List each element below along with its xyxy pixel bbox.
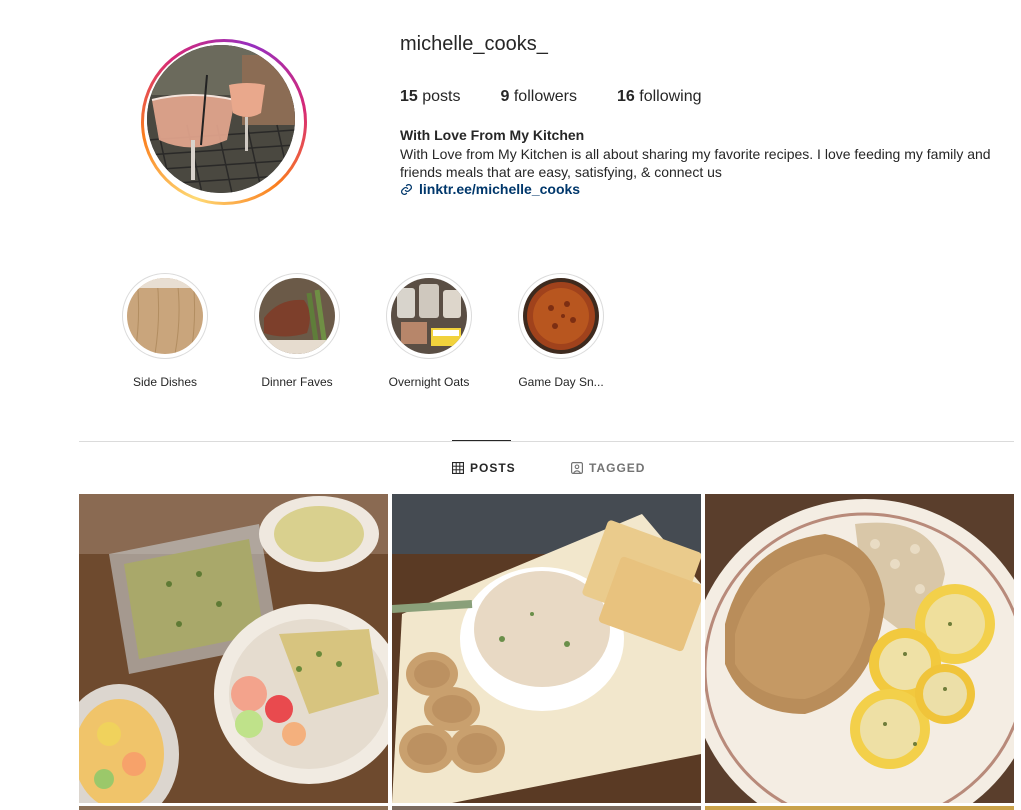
stat-following[interactable]: 16 following (617, 88, 702, 106)
highlight-label: Side Dishes (132, 375, 198, 389)
highlight-cover (259, 278, 335, 354)
grid-icon (452, 462, 464, 474)
highlight-ring (122, 273, 208, 359)
highlight-label: Game Day Sn... (518, 375, 604, 389)
followers-label: followers (513, 88, 577, 105)
highlight-label: Overnight Oats (388, 375, 470, 389)
avatar-image-wine-glasses (147, 45, 295, 193)
followers-count: 9 (500, 88, 510, 105)
tabs-divider (79, 441, 1014, 442)
tab-tagged-label: TAGGED (589, 461, 646, 475)
stat-followers[interactable]: 9 followers (501, 88, 578, 106)
highlight-side-dishes[interactable]: Side Dishes (105, 273, 225, 389)
post-image-casserole (79, 494, 388, 803)
tag-portrait-icon (571, 462, 583, 474)
bio-link[interactable]: linktr.ee/michelle_cooks (400, 181, 580, 197)
post-tile-partial[interactable] (705, 806, 1014, 810)
highlight-game-day[interactable]: Game Day Sn... (501, 273, 621, 389)
profile-avatar[interactable] (147, 45, 295, 193)
highlight-ring (518, 273, 604, 359)
profile-avatar-ring[interactable] (141, 39, 307, 205)
post-tile[interactable] (79, 494, 388, 803)
highlight-cover (523, 278, 599, 354)
highlight-cover (127, 278, 203, 354)
posts-count: 15 (400, 88, 418, 105)
posts-label: posts (422, 88, 461, 105)
bio-link-text: linktr.ee/michelle_cooks (419, 181, 581, 197)
post-tile[interactable] (392, 494, 701, 803)
highlight-cover (391, 278, 467, 354)
highlight-overnight-oats[interactable]: Overnight Oats (369, 273, 489, 389)
highlight-label: Dinner Faves (261, 375, 333, 389)
profile-username: michelle_cooks_ (400, 33, 548, 55)
following-count: 16 (617, 88, 635, 105)
active-tab-indicator (452, 440, 511, 441)
tab-posts[interactable]: POSTS (452, 461, 516, 475)
post-image-chicken-squash (705, 494, 1014, 803)
highlight-dinner-faves[interactable]: Dinner Faves (237, 273, 357, 389)
post-tile-partial[interactable] (79, 806, 388, 810)
highlight-ring (386, 273, 472, 359)
bio-text: With Love from My Kitchen is all about s… (400, 146, 991, 180)
following-label: following (639, 88, 702, 105)
profile-stats: 15 posts 9 followers 16 following (400, 88, 742, 106)
tab-posts-label: POSTS (470, 461, 516, 475)
highlight-ring (254, 273, 340, 359)
post-image-dip-crackers (392, 494, 701, 803)
post-tile-partial[interactable] (392, 806, 701, 810)
post-tile[interactable] (705, 494, 1014, 803)
link-icon (401, 183, 412, 195)
stat-posts: 15 posts (400, 88, 461, 106)
bio-name: With Love From My Kitchen (400, 127, 585, 143)
tab-tagged[interactable]: TAGGED (571, 461, 645, 475)
